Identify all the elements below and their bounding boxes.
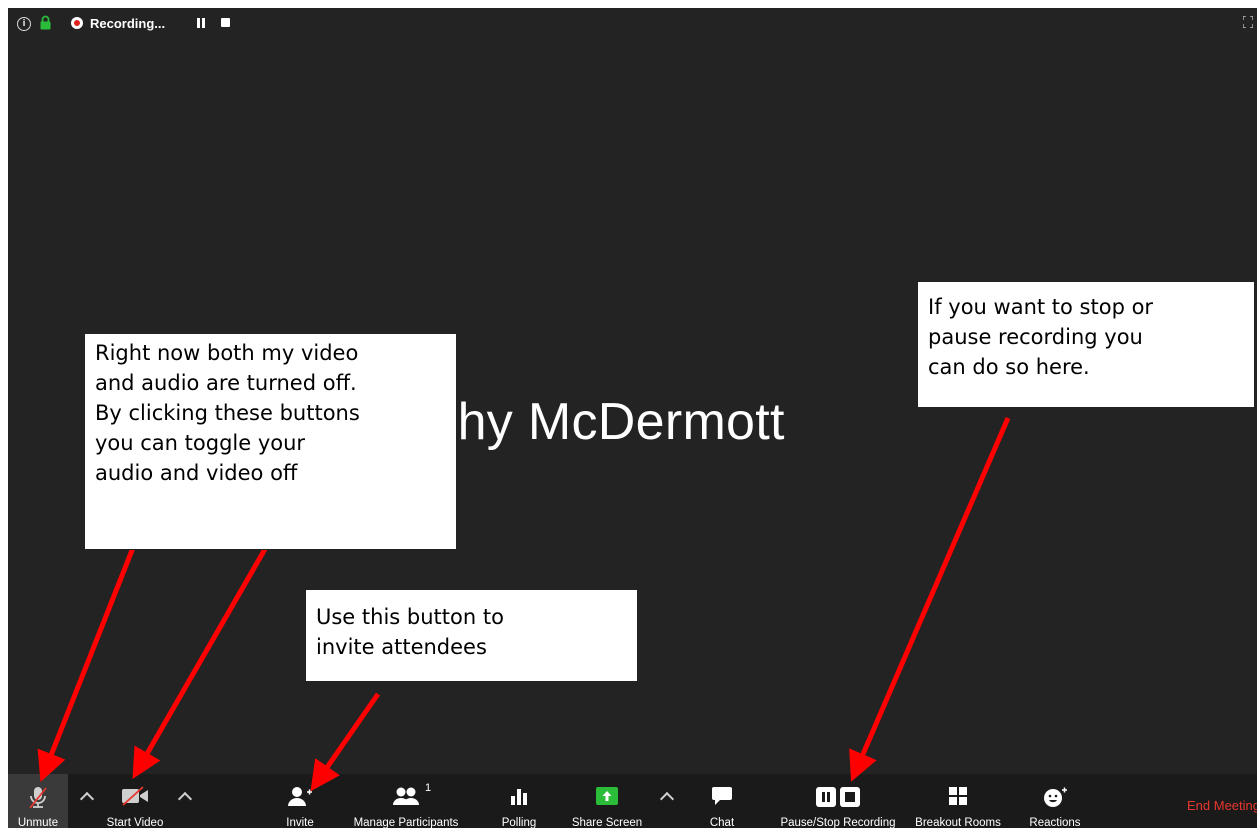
callout-line: If you want to stop or xyxy=(928,295,1154,319)
recording-controls-icon xyxy=(816,787,860,807)
unmute-label: Unmute xyxy=(17,817,59,828)
unmute-button[interactable]: Unmute xyxy=(8,774,68,828)
pause-icon[interactable] xyxy=(196,18,206,28)
share-screen-label: Share Screen xyxy=(571,817,643,828)
audio-video-callout: Right now both my video and audio are tu… xyxy=(84,333,457,550)
breakout-rooms-button[interactable]: Breakout Rooms xyxy=(910,774,1006,828)
manage-participants-button[interactable]: 1 Manage Participants xyxy=(346,774,466,828)
video-off-icon xyxy=(122,786,148,806)
callout-line: invite attendees xyxy=(316,635,487,659)
breakout-rooms-label: Breakout Rooms xyxy=(915,817,1001,828)
recording-status: Recording... xyxy=(90,16,166,31)
end-meeting-label: End Meeting xyxy=(1187,798,1257,813)
start-video-button[interactable]: Start Video xyxy=(100,774,170,828)
callout-line: pause recording you xyxy=(928,325,1143,349)
reactions-icon xyxy=(1044,787,1067,807)
pause-stop-recording-button[interactable]: Pause/Stop Recording xyxy=(772,774,904,828)
recording-callout: If you want to stop or pause recording y… xyxy=(917,281,1255,408)
share-screen-button[interactable]: Share Screen xyxy=(564,774,650,828)
chat-label: Chat xyxy=(709,817,735,828)
chat-icon xyxy=(712,787,732,805)
share-screen-icon xyxy=(596,787,618,805)
invite-label: Invite xyxy=(286,817,314,828)
end-meeting-button[interactable]: End Meeting xyxy=(1177,774,1257,828)
polling-icon xyxy=(511,789,527,805)
info-icon[interactable]: i xyxy=(17,17,31,31)
chat-button[interactable]: Chat xyxy=(700,774,744,828)
callout-line: can do so here. xyxy=(928,355,1090,379)
audio-options-caret[interactable] xyxy=(79,791,95,807)
invite-button[interactable]: Invite xyxy=(278,774,322,828)
polling-button[interactable]: Polling xyxy=(494,774,544,828)
lock-icon[interactable] xyxy=(40,15,51,30)
record-icon xyxy=(71,17,83,29)
callout-line: and audio are turned off. xyxy=(95,371,357,395)
invite-callout: Use this button to invite attendees xyxy=(305,589,638,682)
share-options-caret[interactable] xyxy=(659,791,675,807)
callout-line: audio and video off xyxy=(95,461,298,485)
video-options-caret[interactable] xyxy=(177,791,193,807)
fullscreen-icon[interactable] xyxy=(1243,16,1253,28)
polling-label: Polling xyxy=(501,817,537,828)
stop-icon[interactable] xyxy=(221,18,230,27)
mic-muted-icon xyxy=(29,787,47,809)
participants-icon xyxy=(393,787,419,805)
reactions-button[interactable]: Reactions xyxy=(1020,774,1090,828)
callout-line: Use this button to xyxy=(316,605,504,629)
start-video-label: Start Video xyxy=(106,817,164,828)
invite-icon xyxy=(288,787,312,806)
meeting-toolbar: Unmute Start Video Invite 1 Manage Parti… xyxy=(8,774,1257,828)
callout-line: By clicking these buttons xyxy=(95,401,360,425)
meeting-top-bar: i Recording... xyxy=(8,8,1257,38)
reactions-label: Reactions xyxy=(1029,817,1081,828)
participant-count: 1 xyxy=(425,782,432,794)
manage-participants-label: Manage Participants xyxy=(353,817,459,828)
callout-line: Right now both my video xyxy=(95,341,359,365)
callout-line: you can toggle your xyxy=(95,431,306,455)
breakout-rooms-icon xyxy=(949,787,967,805)
pause-stop-recording-label: Pause/Stop Recording xyxy=(780,817,896,828)
